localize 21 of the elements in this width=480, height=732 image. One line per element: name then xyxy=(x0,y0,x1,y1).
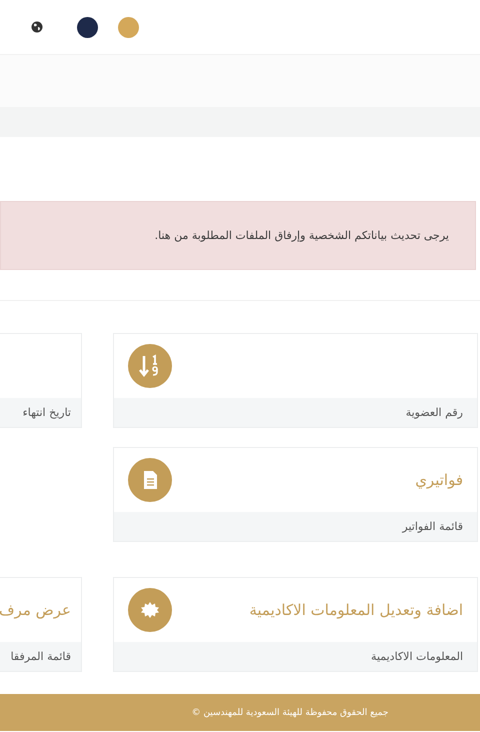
globe-icon[interactable] xyxy=(31,21,43,33)
card-title: عرض مرف xyxy=(0,601,71,619)
info-card[interactable]: عرض مرف قائمة المرفقا xyxy=(0,577,82,672)
alert-text: يرجى تحديث بياناتكم الشخصية وإرفاق الملفات المطلوبة من هنا. xyxy=(154,229,449,242)
sort-icon xyxy=(128,344,172,388)
card-title: فواتيري xyxy=(415,471,463,489)
card-subtitle: قائمة الفواتير xyxy=(402,520,463,533)
info-card[interactable]: تاريخ انتهاء xyxy=(0,333,82,428)
card-subtitle: المعلومات الاكاديمية xyxy=(371,650,463,663)
info-card[interactable]: رقم العضوية xyxy=(113,333,478,428)
badge-icon xyxy=(128,588,172,632)
copyright-text: جميع الحقوق محفوظة للهيئة السعودية للمهندسين © xyxy=(190,708,388,718)
card-subtitle: قائمة المرفقا xyxy=(10,650,71,663)
info-card[interactable]: اضافة وتعديل المعلومات الاكاديمية المعلومات الاكاديمية xyxy=(113,577,478,672)
card-title: اضافة وتعديل المعلومات الاكاديمية xyxy=(249,601,463,619)
info-card[interactable]: فواتيري قائمة الفواتير xyxy=(113,447,478,542)
color-dot[interactable] xyxy=(77,16,98,38)
document-icon xyxy=(128,458,172,502)
card-subtitle: رقم العضوية xyxy=(406,406,463,419)
card-subtitle: تاريخ انتهاء xyxy=(22,406,71,419)
color-dot[interactable] xyxy=(118,16,139,38)
